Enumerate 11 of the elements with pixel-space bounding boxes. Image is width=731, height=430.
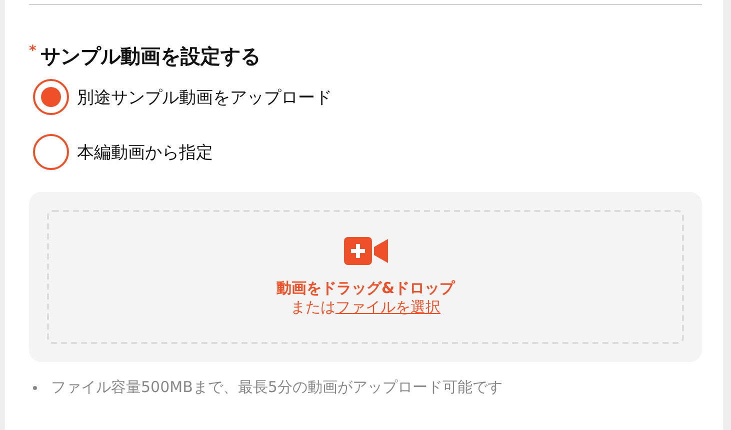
note-text: ファイル容量500MBまで、最長5分の動画がアップロード可能です	[51, 378, 502, 397]
add-video-icon	[344, 237, 388, 265]
section-title: サンプル動画を設定する	[40, 43, 260, 70]
radio-button[interactable]	[33, 79, 69, 115]
required-asterisk: *	[29, 42, 36, 61]
radio-button[interactable]	[33, 134, 69, 170]
drop-subtext: またはファイルを選択	[290, 297, 440, 317]
drop-title: 動画をドラッグ&ドロップ	[276, 279, 455, 297]
radio-option[interactable]: 本編動画から指定	[29, 134, 702, 170]
bullet-dot	[33, 386, 37, 390]
radio-option[interactable]: 別途サンプル動画をアップロード	[29, 79, 702, 115]
